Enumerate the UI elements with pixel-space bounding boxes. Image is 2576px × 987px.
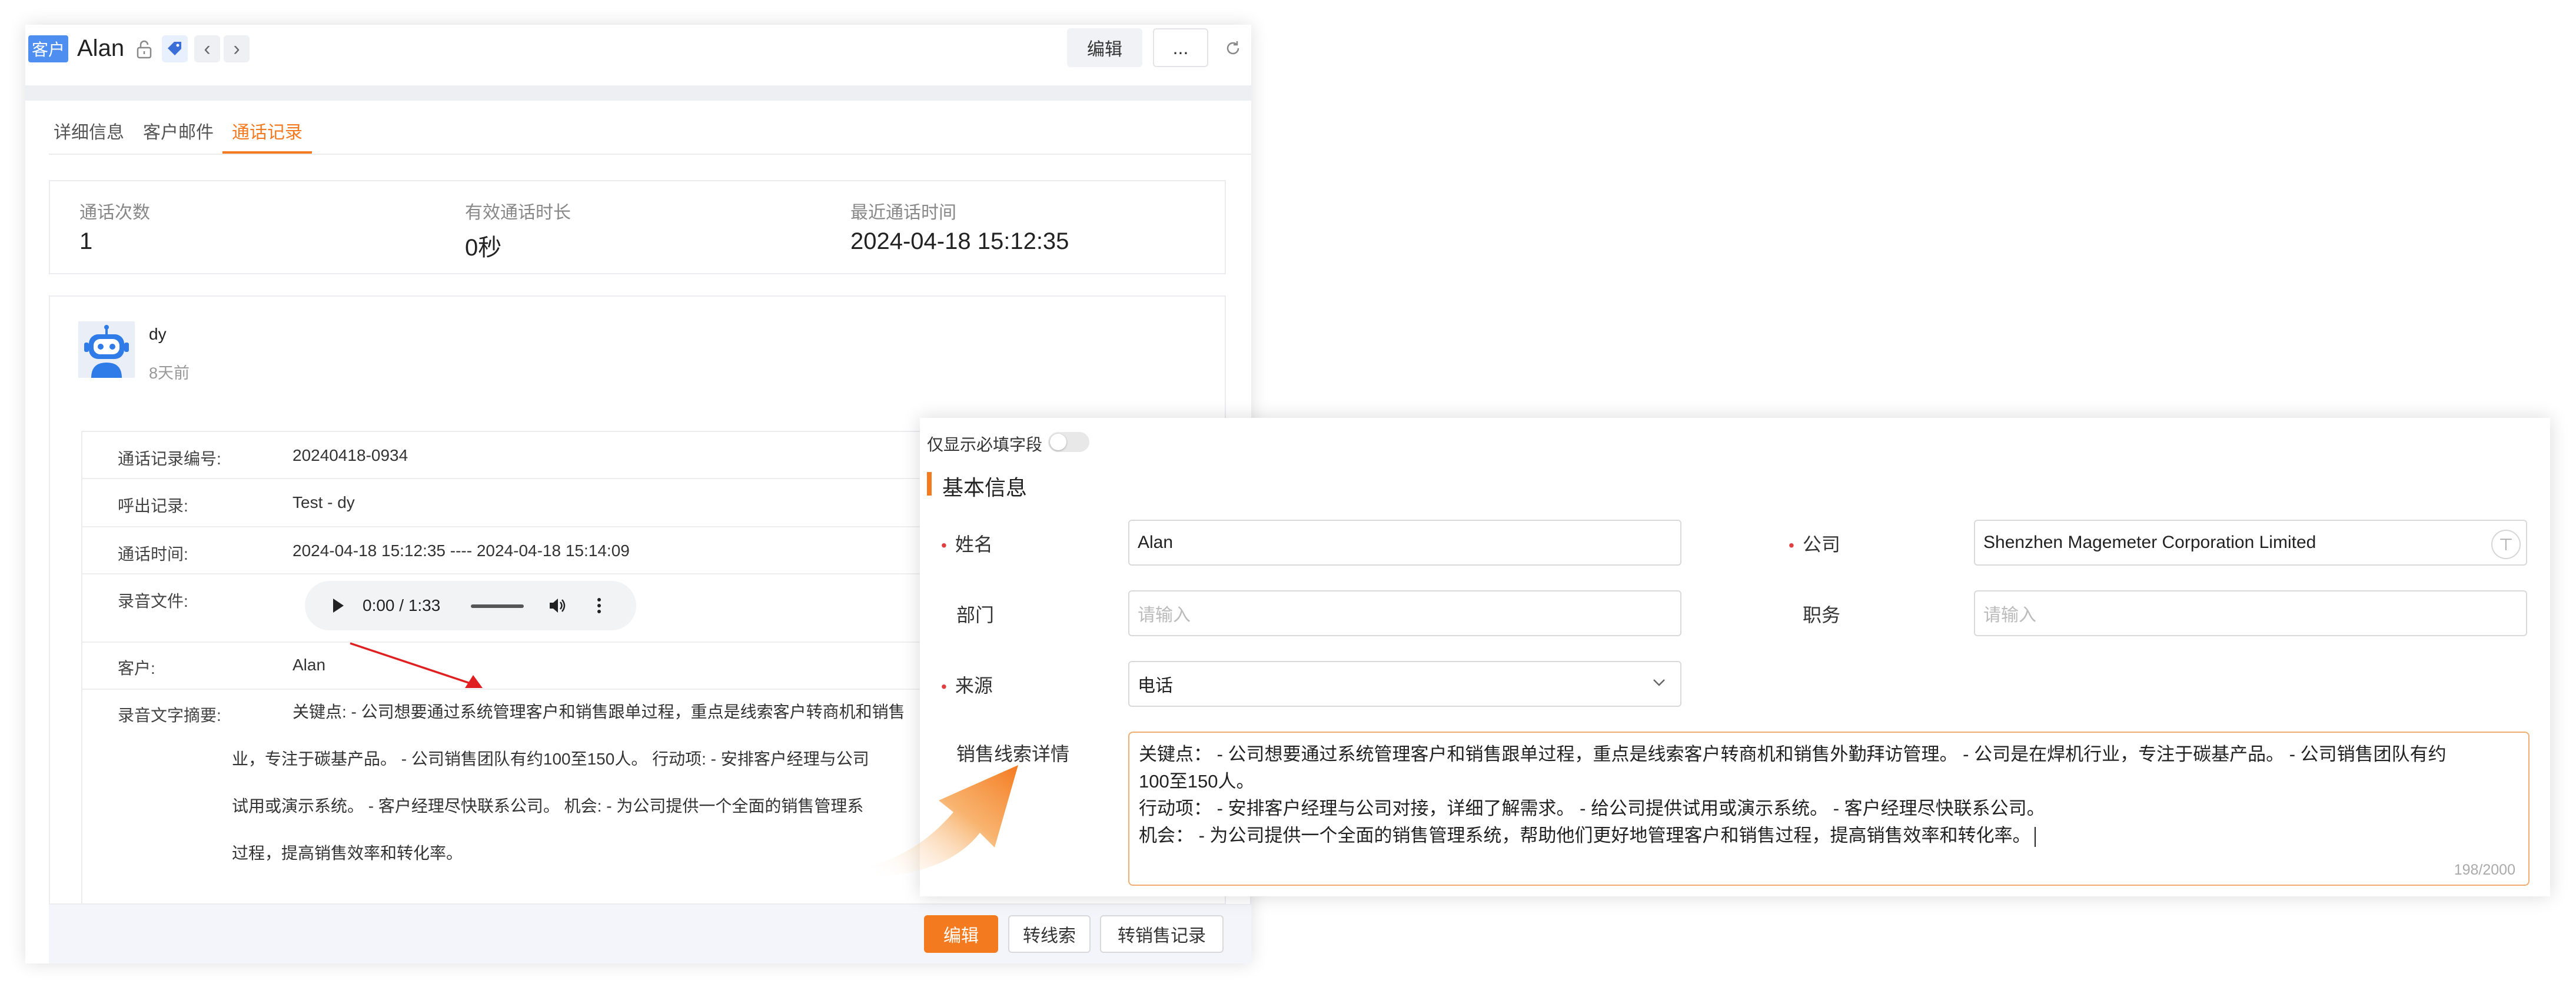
last-call-value: 2024-04-18 15:12:35 xyxy=(850,228,1069,254)
record-id-value: 20240418-0934 xyxy=(292,446,408,464)
call-count-value: 1 xyxy=(79,228,93,254)
char-counter: 198/2000 xyxy=(2454,862,2515,878)
active-tab-indicator xyxy=(222,151,312,154)
tab-details[interactable]: 详细信息 xyxy=(54,118,124,148)
text-cursor xyxy=(2034,826,2036,847)
lead-detail-textarea[interactable]: 关键点： - 公司想要通过系统管理客户和销售跟单过程，重点是线索客户转商机和销售… xyxy=(1128,732,2530,886)
audio-menu-icon[interactable] xyxy=(587,594,611,617)
duration-label: 有效通话时长 xyxy=(465,203,571,222)
audio-progress-bar[interactable] xyxy=(471,604,524,608)
duration-value: 0秒 xyxy=(465,235,502,261)
annotation-arrow-red xyxy=(350,642,483,688)
to-sales-record-button[interactable]: 转销售记录 xyxy=(1100,915,1224,953)
lock-icon[interactable] xyxy=(132,36,156,62)
call-time-label: 通话时间: xyxy=(118,545,188,563)
summary-label: 录音文字摘要: xyxy=(118,706,221,725)
department-input[interactable]: 请输入 xyxy=(1128,590,1681,636)
footer-edit-button[interactable]: 编辑 xyxy=(924,915,998,953)
recording-label: 录音文件: xyxy=(118,592,188,610)
position-label: 职务 xyxy=(1803,604,1841,626)
record-footer: 编辑 转线索 转销售记录 xyxy=(49,905,1251,963)
customer-value: Alan xyxy=(292,656,326,674)
audio-time: 0:00 / 1:33 xyxy=(363,596,441,614)
tab-call-records[interactable]: 通话记录 xyxy=(232,118,303,148)
call-time-value: 2024-04-18 15:12:35 ---- 2024-04-18 15:1… xyxy=(292,541,630,560)
outbound-value: Test - dy xyxy=(292,493,355,511)
tab-customer-mail[interactable]: 客户邮件 xyxy=(143,118,214,148)
source-label: • 来源 xyxy=(941,675,993,696)
refresh-icon[interactable] xyxy=(1220,35,1246,61)
company-lookup-icon[interactable]: ⊤ xyxy=(2491,530,2521,559)
detail-line: 100至150人。 xyxy=(1139,771,1255,792)
record-time-ago: 8天前 xyxy=(149,364,190,382)
section-title: 基本信息 xyxy=(942,476,1028,500)
toggle-knob xyxy=(1050,434,1066,450)
header-divider xyxy=(25,85,1251,101)
tag-icon[interactable] xyxy=(162,35,188,62)
company-label: • 公司 xyxy=(1789,534,1840,555)
play-icon[interactable] xyxy=(326,594,350,617)
record-user: dy xyxy=(149,325,167,343)
lead-form-panel: 仅显示必填字段 基本信息 • 姓名 Alan • 公司 Shenzhen Magem… xyxy=(920,418,2550,896)
name-label: • 姓名 xyxy=(941,534,993,555)
chevron-down-icon xyxy=(1651,674,1667,695)
customer-name: Alan xyxy=(77,35,125,61)
more-button[interactable]: ... xyxy=(1153,28,1208,67)
outbound-label: 呼出记录: xyxy=(118,497,188,515)
detail-line: 行动项： - 安排客户经理与公司对接，详细了解需求。 - 给公司提供试用或演示系… xyxy=(1139,798,2045,819)
company-input[interactable]: Shenzhen Magemeter Corporation Limited xyxy=(1974,520,2527,566)
tab-bar-line xyxy=(49,154,1251,155)
source-select[interactable]: 电话 xyxy=(1128,661,1681,707)
prev-record-icon[interactable]: ‹ xyxy=(194,35,220,62)
avatar xyxy=(78,321,135,378)
detail-line: 机会： - 为公司提供一个全面的销售管理系统，帮助他们更好地管理客户和销售过程，… xyxy=(1139,822,2519,849)
edit-button[interactable]: 编辑 xyxy=(1067,28,1142,67)
annotation-arrow-orange xyxy=(871,765,1018,877)
last-call-label: 最近通话时间 xyxy=(850,203,956,222)
required-only-toggle[interactable] xyxy=(1048,432,1089,452)
next-record-icon[interactable]: › xyxy=(224,35,250,62)
customer-badge: 客户 xyxy=(28,35,68,62)
customer-label: 客户: xyxy=(118,659,155,677)
source-value: 电话 xyxy=(1138,676,1173,696)
call-stats-card: 通话次数 1 有效通话时长 0秒 最近通话时间 2024-04-18 15:12… xyxy=(49,180,1226,274)
position-input[interactable]: 请输入 xyxy=(1974,590,2527,636)
volume-icon[interactable] xyxy=(546,594,570,617)
department-label: 部门 xyxy=(956,604,995,626)
name-input[interactable]: Alan xyxy=(1128,520,1681,566)
call-count-label: 通话次数 xyxy=(79,203,150,222)
detail-line: 关键点： - 公司想要通过系统管理客户和销售跟单过程，重点是线索客户转商机和销售… xyxy=(1139,744,2447,765)
required-only-label: 仅显示必填字段 xyxy=(927,436,1043,454)
audio-player[interactable]: 0:00 / 1:33 xyxy=(305,581,636,630)
section-marker xyxy=(927,472,932,496)
record-id-label: 通话记录编号: xyxy=(118,450,221,468)
to-lead-button[interactable]: 转线索 xyxy=(1008,915,1091,953)
